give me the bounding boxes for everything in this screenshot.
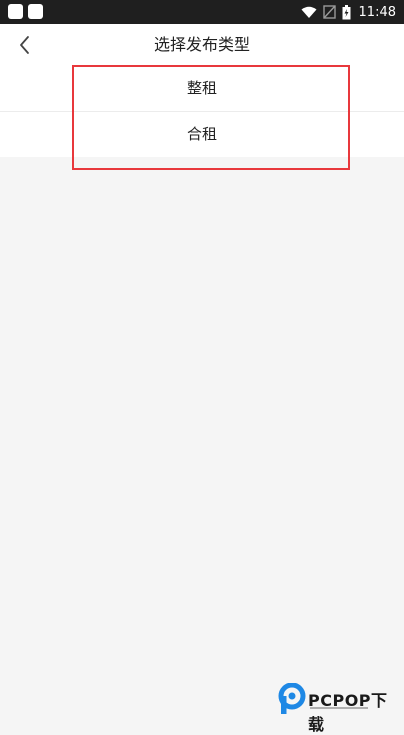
status-time: 11:48 bbox=[358, 4, 396, 20]
publish-type-list: 整租 合租 bbox=[0, 66, 404, 157]
watermark-tagline bbox=[310, 707, 368, 709]
status-icons: 11:48 bbox=[301, 0, 396, 24]
option-shared-rent[interactable]: 合租 bbox=[0, 112, 404, 157]
battery-icon bbox=[342, 4, 351, 20]
signal-off-icon bbox=[322, 5, 336, 19]
watermark: PCPOP下载 bbox=[278, 682, 402, 734]
pcpop-logo-icon bbox=[278, 682, 306, 715]
option-whole-rent[interactable]: 整租 bbox=[0, 66, 404, 111]
nav-bar: 选择发布类型 bbox=[0, 24, 404, 66]
page-title: 选择发布类型 bbox=[153, 35, 250, 54]
status-bar: 11:48 bbox=[0, 0, 404, 24]
wifi-icon bbox=[301, 6, 317, 19]
notification-icon bbox=[28, 4, 43, 19]
watermark-brand: PCPOP下载 bbox=[308, 691, 388, 734]
notification-icon bbox=[8, 4, 23, 19]
